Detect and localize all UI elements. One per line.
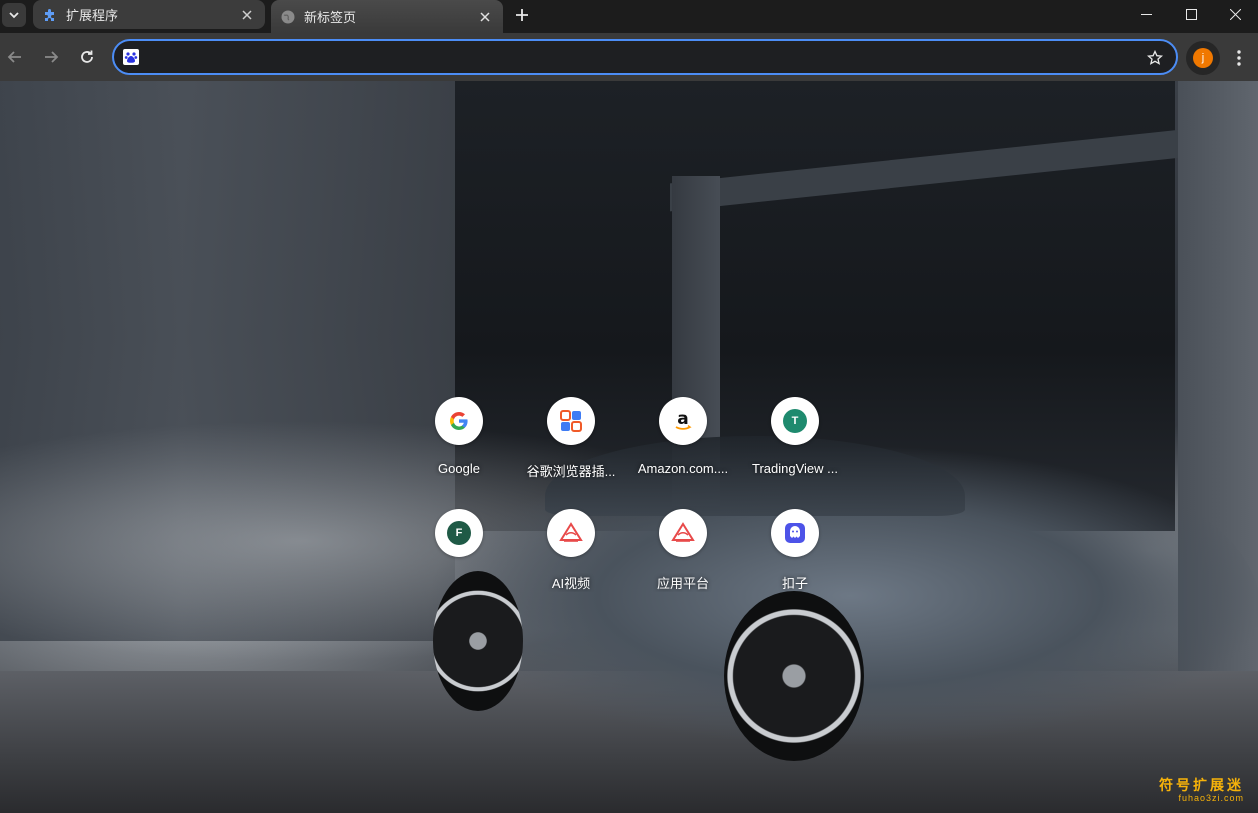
- close-tab-button[interactable]: [237, 5, 257, 25]
- tab-search-button[interactable]: [2, 3, 26, 27]
- new-tab-button[interactable]: [510, 3, 534, 27]
- shortcut-f[interactable]: F: [403, 493, 515, 605]
- shortcut-label: AI视频: [551, 576, 591, 591]
- ai-video-icon: [559, 522, 583, 542]
- reload-icon: [81, 50, 93, 63]
- shortcut-amazon[interactable]: a Amazon.com....: [627, 381, 739, 493]
- tab-new-tab[interactable]: 新标签页: [271, 0, 503, 33]
- shortcut-label: Amazon.com....: [637, 461, 729, 476]
- forward-button[interactable]: [37, 43, 65, 71]
- close-window-button[interactable]: [1213, 0, 1258, 29]
- kebab-menu-icon: [1237, 50, 1241, 66]
- watermark: 符号扩展迷 fuhao3zi.com: [1159, 778, 1244, 803]
- tab-strip: 扩展程序 新标签页: [0, 0, 1258, 33]
- address-bar[interactable]: [112, 39, 1178, 75]
- amazon-icon: a: [675, 409, 692, 430]
- close-tab-button[interactable]: [475, 7, 495, 27]
- close-icon: [480, 11, 490, 22]
- new-tab-page: Google 谷歌浏览器插... a Amazon.com.... T Trad…: [0, 81, 1258, 813]
- shortcut-tradingview[interactable]: T TradingView ...: [739, 381, 851, 493]
- shortcut-google[interactable]: Google: [403, 381, 515, 493]
- tab-title: 扩展程序: [66, 8, 119, 23]
- profile-button[interactable]: j: [1186, 41, 1220, 75]
- chevron-down-icon: [9, 12, 19, 19]
- bookmark-star-button[interactable]: [1144, 47, 1166, 69]
- arrow-left-icon: [7, 51, 21, 63]
- arrow-right-icon: [45, 51, 59, 63]
- maximize-button[interactable]: [1169, 0, 1214, 29]
- back-button[interactable]: [1, 43, 29, 71]
- puzzle-icon: [42, 7, 58, 23]
- letter-f-icon: F: [447, 521, 471, 545]
- watermark-url: fuhao3zi.com: [1178, 793, 1244, 803]
- menu-button[interactable]: [1228, 45, 1250, 71]
- shortcut-label: 谷歌浏览器插...: [526, 464, 616, 479]
- minimize-icon: [1141, 14, 1152, 15]
- toolbar: j: [0, 33, 1258, 81]
- plus-icon: [516, 9, 528, 21]
- app-platform-icon: [671, 522, 695, 542]
- shortcut-extension-store[interactable]: 谷歌浏览器插...: [515, 381, 627, 493]
- minimize-button[interactable]: [1124, 0, 1169, 29]
- google-icon: [450, 412, 468, 430]
- star-icon: [1147, 50, 1163, 65]
- close-icon: [242, 9, 252, 20]
- tab-extensions[interactable]: 扩展程序: [33, 0, 265, 29]
- shortcut-coze[interactable]: 扣子: [739, 493, 851, 605]
- extension-store-icon: [560, 410, 582, 432]
- maximize-icon: [1186, 9, 1197, 20]
- shortcut-label: TradingView ...: [752, 461, 838, 476]
- close-icon: [1230, 9, 1241, 20]
- svg-text:a: a: [677, 409, 688, 429]
- avatar: j: [1193, 48, 1213, 68]
- globe-icon: [280, 9, 296, 25]
- coze-icon: [785, 523, 805, 543]
- baidu-icon: [123, 49, 139, 65]
- letter-t-icon: T: [783, 409, 807, 433]
- address-input[interactable]: [148, 45, 1128, 69]
- tab-title: 新标签页: [304, 10, 357, 25]
- reload-button[interactable]: [73, 43, 101, 71]
- shortcut-label: 应用平台: [656, 576, 709, 591]
- shortcut-label: 扣子: [781, 576, 808, 591]
- shortcut-app-platform[interactable]: 应用平台: [627, 493, 739, 605]
- shortcut-label: Google: [438, 461, 480, 476]
- watermark-title: 符号扩展迷: [1159, 777, 1244, 793]
- shortcut-ai-video[interactable]: AI视频: [515, 493, 627, 605]
